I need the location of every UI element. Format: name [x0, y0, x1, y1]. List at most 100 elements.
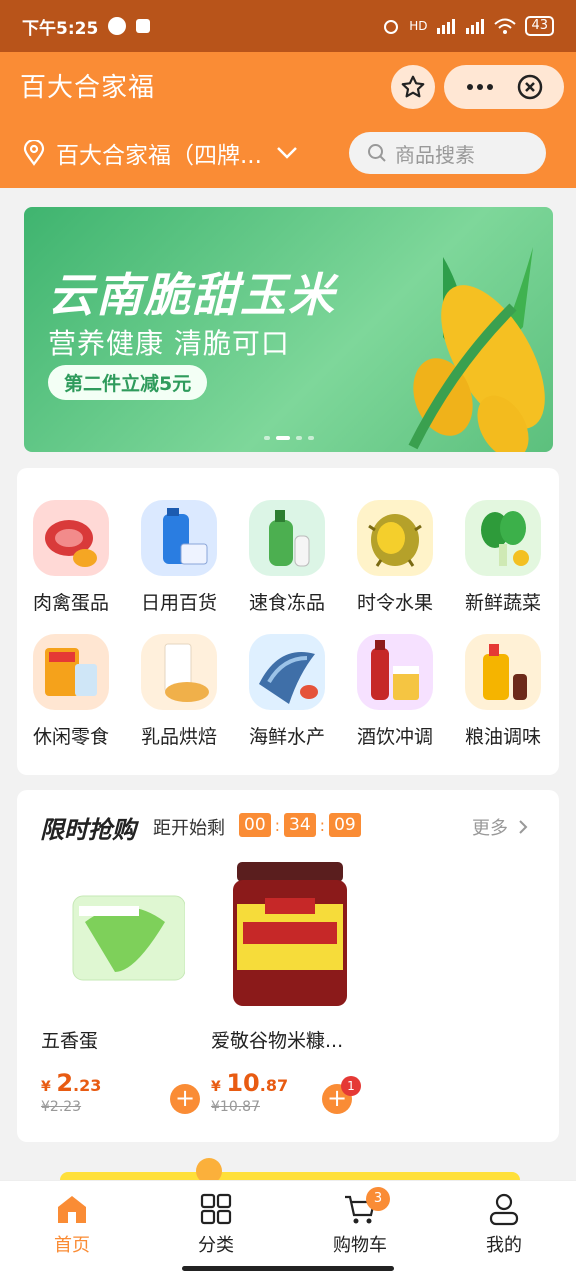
category-snack[interactable]: 休闲零食 [17, 634, 125, 764]
category-label: 粮油调味 [464, 726, 541, 748]
home-icon [58, 1196, 86, 1223]
notification-icon [108, 17, 127, 35]
category-label: 海鲜水产 [248, 726, 325, 748]
star-icon [401, 75, 425, 98]
category-fruit[interactable]: 时令水果 [341, 500, 449, 630]
signal-icon-2 [466, 19, 485, 34]
page-title: 百大合家福 [20, 72, 156, 103]
category-frozen-food[interactable]: 速食冻品 [233, 500, 341, 630]
search-input[interactable]: 商品搜素 [349, 132, 546, 174]
favorite-button[interactable] [391, 65, 435, 109]
countdown-timer: 00 : 34 : 09 [239, 813, 361, 837]
pagination-dot [263, 436, 270, 440]
profile-icon [489, 1193, 519, 1226]
pagination-dot [295, 436, 302, 440]
price-integer: 2 [56, 1069, 74, 1097]
chevron-right-icon [519, 820, 528, 834]
product-name: 五香蛋 [41, 1030, 99, 1052]
location-bar: 百大合家福（四牌... 商品搜素 [0, 118, 576, 188]
category-grid: 肉禽蛋品 日用百货 速食冻品 时令水果 新鲜蔬菜 休闲零食 乳品烘焙 海鲜水产 … [17, 468, 559, 775]
battery-indicator: 43 [525, 16, 554, 36]
dairy-icon [141, 634, 217, 710]
frozen-food-icon [249, 500, 325, 576]
app-notification-icon [136, 19, 151, 33]
fruit-icon [357, 500, 433, 576]
banner-pagination [263, 436, 314, 440]
location-pin-icon [23, 140, 45, 166]
price-integer: 10 [226, 1069, 260, 1097]
cart-badge: 3 [366, 1187, 390, 1211]
more-label: 更多 [472, 818, 508, 839]
product-image [55, 862, 186, 1002]
status-bar: 下午5:25 HD 43 [0, 0, 576, 52]
banner-subtitle: 营养健康 清脆可口 [48, 327, 290, 360]
network-label: HD [409, 19, 428, 33]
banner-title: 云南脆甜玉米 [48, 268, 336, 322]
store-selector[interactable]: 百大合家福（四牌... [22, 136, 298, 170]
close-icon[interactable] [517, 74, 543, 100]
category-label: 休闲零食 [32, 726, 109, 748]
product-card[interactable]: 爱敬谷物米糠... ¥ 10.87 ¥10.87 + 1 [205, 862, 365, 1115]
category-meat[interactable]: 肉禽蛋品 [17, 500, 125, 630]
category-label: 日用百货 [140, 592, 217, 614]
more-link[interactable]: 更多 [472, 814, 528, 840]
tab-label: 首页 [54, 1235, 90, 1256]
meat-icon [33, 500, 109, 576]
mini-program-navbar: 百大合家福 [0, 52, 576, 118]
currency-symbol: ¥ [211, 1079, 221, 1095]
category-dairy[interactable]: 乳品烘焙 [125, 634, 233, 764]
add-to-cart-button[interactable]: + [170, 1084, 200, 1114]
alarm-icon [384, 20, 399, 34]
category-drinks[interactable]: 酒饮冲调 [341, 634, 449, 764]
category-label: 乳品烘焙 [140, 726, 217, 748]
bottom-tabbar: 首页 分类 购物车 3 我的 [0, 1180, 576, 1280]
status-time: 下午5:25 [22, 18, 99, 39]
tab-label: 我的 [486, 1235, 522, 1256]
promo-banner[interactable]: 云南脆甜玉米 营养健康 清脆可口 第二件立减5元 [24, 207, 553, 452]
product-card[interactable]: 五香蛋 ¥ 2.23 ¥2.23 + [35, 862, 200, 1115]
category-icon [200, 1193, 232, 1225]
pagination-dot [307, 436, 314, 440]
snack-icon [33, 634, 109, 710]
flash-sale-title: 限时抢购 [40, 816, 136, 844]
pagination-dot-active [275, 436, 290, 440]
tab-cart[interactable]: 购物车 3 [315, 1187, 405, 1257]
more-options-icon[interactable] [465, 82, 495, 92]
tab-label: 购物车 [333, 1235, 387, 1256]
category-label: 酒饮冲调 [356, 726, 433, 748]
category-label: 速食冻品 [248, 592, 325, 614]
product-name: 爱敬谷物米糠... [211, 1030, 344, 1052]
category-seafood[interactable]: 海鲜水产 [233, 634, 341, 764]
store-name: 百大合家福（四牌... [56, 143, 262, 169]
seafood-icon [249, 634, 325, 710]
search-placeholder: 商品搜素 [395, 142, 475, 167]
cart-count-badge: 1 [341, 1076, 361, 1096]
category-vegetable[interactable]: 新鲜蔬菜 [449, 500, 557, 630]
timer-separator: : [319, 815, 326, 835]
category-daily-goods[interactable]: 日用百货 [125, 500, 233, 630]
category-label: 时令水果 [356, 592, 433, 614]
timer-hours: 00 [239, 813, 271, 837]
category-label: 肉禽蛋品 [32, 592, 109, 614]
flash-sale-section: 限时抢购 距开始剩 00 : 34 : 09 更多 五香蛋 ¥ 2.23 ¥2.… [17, 790, 559, 1142]
corn-image [408, 247, 545, 452]
category-grain-oil[interactable]: 粮油调味 [449, 634, 557, 764]
mini-program-capsule [444, 65, 564, 109]
chevron-down-icon [277, 147, 297, 159]
wifi-icon [494, 18, 517, 34]
home-indicator [182, 1266, 394, 1271]
currency-symbol: ¥ [41, 1079, 51, 1095]
drinks-icon [357, 634, 433, 710]
tab-profile[interactable]: 我的 [459, 1191, 549, 1257]
price-decimal: .23 [73, 1076, 102, 1095]
grain-oil-icon [465, 634, 541, 710]
tab-label: 分类 [198, 1235, 234, 1256]
signal-icon [437, 19, 456, 34]
banner-promo-tag: 第二件立减5元 [48, 365, 208, 400]
tab-home[interactable]: 首页 [27, 1191, 117, 1257]
tab-category[interactable]: 分类 [171, 1191, 261, 1257]
vegetable-icon [465, 500, 541, 576]
timer-seconds: 09 [329, 813, 361, 837]
countdown-label: 距开始剩 [153, 818, 225, 839]
search-icon [368, 144, 386, 162]
